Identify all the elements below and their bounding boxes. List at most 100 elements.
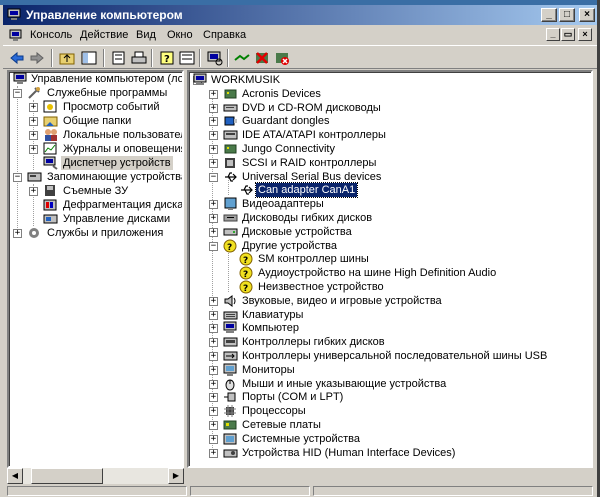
left-tree-item[interactable]: Управление дисками <box>9 212 182 226</box>
properties-button[interactable] <box>109 49 129 67</box>
device-category[interactable]: + SCSI и RAID контроллеры <box>189 156 589 170</box>
device-category[interactable]: + Мониторы <box>189 363 589 377</box>
title-bar[interactable]: Управление компьютером _ □ × <box>3 5 597 25</box>
device-item[interactable]: ? SM контроллер шины <box>189 252 589 266</box>
collapse-toggle[interactable]: − <box>13 89 22 98</box>
menu-view[interactable]: Вид <box>136 29 156 41</box>
uninstall-device-button[interactable] <box>272 49 292 67</box>
print-button[interactable] <box>129 49 149 67</box>
left-tree-item-selected[interactable]: Диспетчер устройств <box>9 156 182 170</box>
left-tree-item[interactable]: + Журналы и оповещения пр <box>9 142 182 156</box>
left-tree-item[interactable]: + Службы и приложения <box>9 226 182 240</box>
left-pane-hscrollbar[interactable]: ◀ ▶ <box>7 468 184 484</box>
help-button[interactable]: ? <box>157 49 177 67</box>
left-tree-item[interactable]: + Просмотр событий <box>9 100 182 114</box>
device-category[interactable]: + Клавиатуры <box>189 308 589 322</box>
forward-button[interactable] <box>27 49 47 67</box>
device-category[interactable]: − Universal Serial Bus devices <box>189 170 589 184</box>
update-driver-button[interactable] <box>232 49 252 67</box>
mdi-minimize-button[interactable]: _ <box>546 28 560 41</box>
device-item[interactable]: ? Неизвестное устройство <box>189 280 589 294</box>
expand-toggle[interactable]: + <box>209 338 218 348</box>
device-category[interactable]: + Звуковые, видео и игровые устройства <box>189 294 589 308</box>
expand-toggle[interactable]: + <box>209 89 218 99</box>
expand-toggle[interactable]: + <box>209 117 218 127</box>
left-tree-item[interactable]: Дефрагментация диска <box>9 198 182 212</box>
expand-toggle[interactable]: + <box>209 365 218 375</box>
device-category[interactable]: + Дисководы гибких дисков <box>189 211 589 225</box>
expand-toggle[interactable]: + <box>209 200 218 210</box>
expand-toggle[interactable]: + <box>209 214 218 223</box>
expand-toggle[interactable]: + <box>29 103 38 112</box>
device-category[interactable]: + Acronis Devices <box>189 87 589 101</box>
device-category[interactable]: + Порты (COM и LPT) <box>189 390 589 404</box>
left-tree-item[interactable]: Управление компьютером (локаль <box>9 72 182 86</box>
device-category[interactable]: + Мыши и иные указывающие устройства <box>189 377 589 391</box>
expand-toggle[interactable]: + <box>209 145 218 154</box>
expand-toggle[interactable]: + <box>209 324 218 334</box>
device-tree-pane[interactable]: −WORKMUSIK+Acronis Devices+DVD и CD-ROM … <box>187 70 593 468</box>
scroll-thumb[interactable] <box>31 468 103 484</box>
device-category[interactable]: + Устройства HID (Human Interface Devices… <box>189 446 589 460</box>
device-category[interactable]: + IDE ATA/ATAPI контроллеры <box>189 128 589 142</box>
expand-toggle[interactable]: + <box>209 434 218 444</box>
device-category[interactable]: −? Другие устройства <box>189 239 589 253</box>
show-hide-tree-button[interactable] <box>79 49 99 67</box>
left-tree-item[interactable]: + Локальные пользователи <box>9 128 182 142</box>
expand-toggle[interactable]: + <box>29 187 38 196</box>
expand-toggle[interactable]: + <box>29 131 38 140</box>
expand-toggle[interactable]: + <box>209 352 218 361</box>
expand-toggle[interactable]: + <box>209 421 218 430</box>
device-category[interactable]: + Видеоадаптеры <box>189 197 589 211</box>
console-doc-icon[interactable] <box>8 27 24 43</box>
minimize-button[interactable]: _ <box>541 8 557 22</box>
mdi-restore-button[interactable]: ▭ <box>561 28 575 41</box>
scan-hardware-button[interactable] <box>205 49 225 67</box>
device-category[interactable]: + DVD и CD-ROM дисководы <box>189 101 589 115</box>
back-button[interactable] <box>7 49 27 67</box>
device-item[interactable]: ? Аудиоустройство на шине High Definition… <box>189 266 589 280</box>
menu-help[interactable]: Справка <box>203 29 246 41</box>
expand-toggle[interactable]: + <box>209 103 218 113</box>
scroll-right-button[interactable]: ▶ <box>168 468 184 484</box>
expand-toggle[interactable]: + <box>209 379 218 389</box>
expand-toggle[interactable]: + <box>209 393 218 403</box>
device-category[interactable]: + Jungo Connectivity <box>189 142 589 156</box>
device-category[interactable]: + Сетевые платы <box>189 418 589 432</box>
left-tree-item[interactable]: − Запоминающие устройства <box>9 170 182 184</box>
expand-toggle[interactable]: + <box>209 407 218 417</box>
close-button[interactable]: × <box>579 8 595 22</box>
expand-toggle[interactable]: + <box>209 310 218 320</box>
expand-toggle[interactable]: + <box>209 227 218 237</box>
expand-toggle[interactable]: + <box>29 117 38 126</box>
device-category[interactable]: + Процессоры <box>189 404 589 418</box>
device-category[interactable]: + Guardant dongles <box>189 114 589 128</box>
collapse-toggle[interactable]: − <box>209 172 218 182</box>
menu-console[interactable]: Консоль <box>30 29 72 41</box>
scroll-left-button[interactable]: ◀ <box>7 468 23 484</box>
device-category[interactable]: + Контроллеры гибких дисков <box>189 335 589 349</box>
left-tree-item[interactable]: + Общие папки <box>9 114 182 128</box>
menu-action[interactable]: Действие <box>80 29 128 41</box>
disable-device-button[interactable] <box>252 49 272 67</box>
menu-window[interactable]: Окно <box>167 29 193 41</box>
expand-toggle[interactable]: + <box>209 158 218 168</box>
expand-toggle[interactable]: + <box>209 131 218 141</box>
device-category[interactable]: + Контроллеры универсальной последователь… <box>189 349 589 363</box>
mdi-close-button[interactable]: × <box>578 28 592 41</box>
view-button[interactable] <box>177 49 197 67</box>
device-item[interactable]: Can adapter CanA1 <box>189 182 589 199</box>
left-tree-item[interactable]: + Съемные ЗУ <box>9 184 182 198</box>
device-tree-root[interactable]: −WORKMUSIK <box>189 73 589 87</box>
device-category[interactable]: + Системные устройства <box>189 432 589 446</box>
console-tree-pane[interactable]: Управление компьютером (локаль − Служебн… <box>7 70 184 468</box>
expand-toggle[interactable]: + <box>209 448 218 458</box>
device-category[interactable]: + Компьютер <box>189 321 589 335</box>
expand-toggle[interactable]: + <box>29 145 38 154</box>
up-level-button[interactable] <box>57 49 77 67</box>
collapse-toggle[interactable]: − <box>13 173 22 182</box>
device-category[interactable]: + Дисковые устройства <box>189 225 589 239</box>
expand-toggle[interactable]: + <box>209 296 218 306</box>
collapse-toggle[interactable]: − <box>209 241 218 251</box>
expand-toggle[interactable]: + <box>13 229 22 238</box>
